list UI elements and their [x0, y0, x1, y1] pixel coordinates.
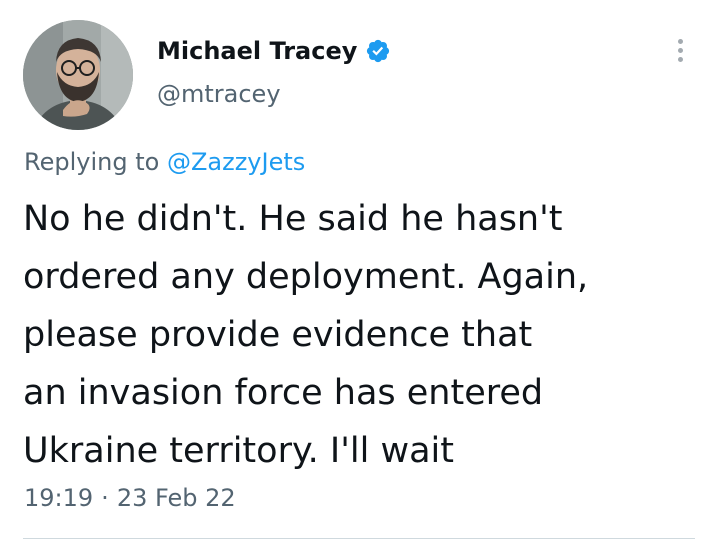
timestamp-separator: ·: [101, 484, 109, 512]
tweet-text-line: please provide evidence that: [23, 315, 533, 355]
tweet-card: Michael Tracey @mtracey Replying to @Zaz…: [0, 0, 720, 543]
tweet-time: 19:19: [24, 484, 94, 512]
author-handle[interactable]: @mtracey: [157, 80, 281, 108]
divider: [23, 538, 695, 539]
reply-to-handle-link[interactable]: @ZazzyJets: [167, 148, 305, 176]
more-dot: [677, 56, 683, 62]
tweet-date: 23 Feb 22: [116, 484, 236, 512]
more-dot: [677, 47, 683, 53]
replying-to-label: Replying to: [24, 148, 160, 176]
author-name-row: Michael Tracey: [157, 34, 391, 68]
more-options-icon[interactable]: [666, 36, 694, 64]
tweet-text-line: No he didn't. He said he hasn't: [23, 199, 563, 239]
tweet-timestamp[interactable]: 19:19 · 23 Feb 22: [24, 484, 236, 512]
author-avatar[interactable]: [23, 20, 133, 130]
reply-context: Replying to @ZazzyJets: [24, 148, 305, 176]
tweet-text: No he didn't. He said he hasn't ordered …: [23, 190, 713, 480]
tweet-text-line: ordered any deployment. Again,: [23, 257, 589, 297]
author-name[interactable]: Michael Tracey: [157, 37, 357, 65]
tweet-text-line: an invasion force has entered: [23, 373, 544, 413]
verified-badge-icon: [365, 38, 391, 64]
more-dot: [677, 38, 683, 44]
avatar-photo: [23, 20, 133, 130]
tweet-text-line: Ukraine territory. I'll wait: [23, 431, 454, 471]
